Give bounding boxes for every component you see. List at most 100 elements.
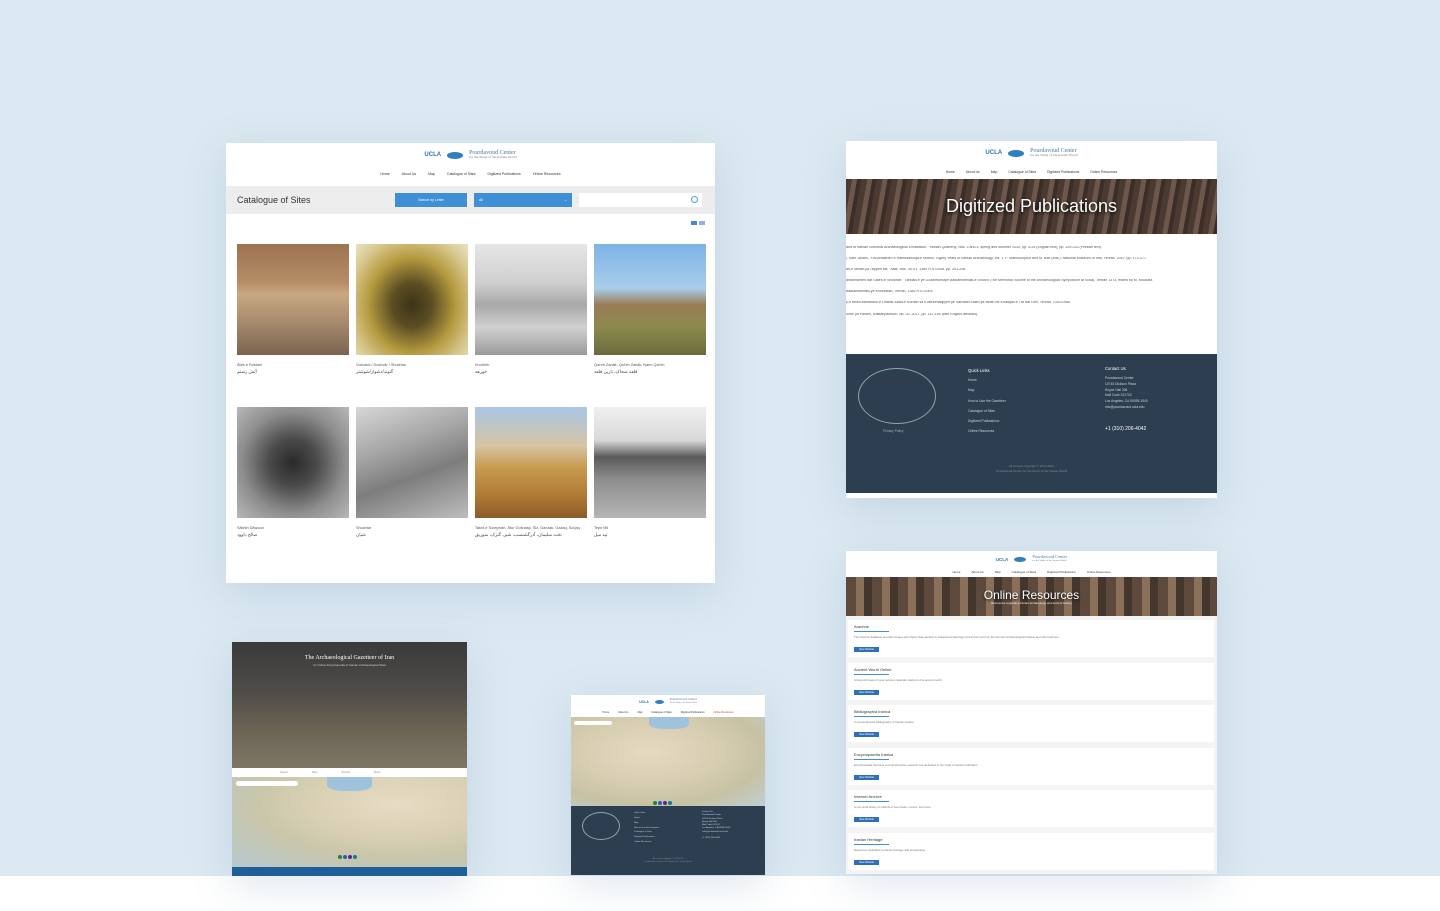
view-website-button[interactable]: View Website (854, 732, 879, 737)
nav-catalogue[interactable]: Catalogue of Sites (651, 711, 671, 714)
nav-home[interactable]: Home (603, 711, 610, 714)
map-search-input[interactable] (574, 721, 612, 725)
contact-phone[interactable]: +1 (310) 206-4042 (1105, 426, 1146, 432)
reference-item[interactable]: ān-e Mihān-yā Tappeh Mil," Asar, Nos. 40… (846, 268, 1217, 272)
view-website-button[interactable]: View Website (854, 817, 879, 822)
map-marker[interactable] (343, 855, 347, 859)
footer-link[interactable]: Map (968, 388, 1006, 392)
site-name[interactable]: Takht-e Soleymān, Ātur Gošnasp, Šiz, Gan… (475, 526, 587, 531)
view-website-button[interactable]: View Website (854, 647, 879, 652)
map-marker[interactable] (348, 855, 352, 859)
site-photo[interactable] (594, 244, 706, 355)
gazetteer-bar-item[interactable]: Sites (312, 771, 318, 774)
footer-link[interactable]: Online Resources (968, 430, 1006, 434)
view-website-button[interactable]: View Website (854, 859, 879, 865)
ucla-logo[interactable]: UCLA (639, 700, 649, 704)
nav-map[interactable]: Map (995, 570, 1001, 574)
site-card[interactable]: Gotvand / Doshvār / Shushtar گتوند/دشوار/… (356, 244, 468, 407)
view-website-button[interactable]: View Website (854, 689, 879, 695)
nav-resources[interactable]: Online Resources (714, 711, 734, 714)
footer-link[interactable]: Online Resources (634, 840, 659, 845)
contact-email[interactable]: info@pourdavoud.ucla.edu (702, 831, 730, 834)
view-website-button[interactable]: View Website (854, 774, 879, 780)
center-logo[interactable]: Pourdavoud Center for the Study of the Ir… (1030, 148, 1077, 158)
category-select[interactable]: All ⌄ (474, 193, 572, 207)
nav-publications[interactable]: Digitized Publications (488, 172, 521, 176)
map-marker[interactable] (353, 855, 357, 859)
contact-email[interactable]: info@pourdavoud.ucla.edu (1105, 405, 1148, 409)
center-logo[interactable]: Pourdavoud Center for the Study of the Ir… (1032, 554, 1067, 563)
search-by-letter-button[interactable]: Search by Letter (395, 193, 467, 207)
gazetteer-bar-item[interactable]: About (374, 771, 381, 774)
site-photo[interactable] (475, 407, 587, 518)
nav-resources[interactable]: Online Resources (1087, 570, 1111, 574)
site-photo[interactable] (594, 407, 706, 518)
search-input[interactable] (579, 193, 702, 207)
site-card[interactable]: Takht-e Soleymān, Ātur Gošnasp, Šiz, Gan… (475, 407, 587, 570)
footer-link[interactable]: Digitized Publications (968, 419, 1006, 423)
nav-about[interactable]: About Us (402, 172, 416, 176)
nav-publications[interactable]: Digitized Publications (1047, 570, 1076, 574)
site-photo[interactable] (237, 244, 349, 355)
site-name[interactable]: Tepe Mil (594, 526, 706, 531)
ucla-logo[interactable]: UCLA (996, 557, 1009, 562)
site-map[interactable] (232, 777, 467, 867)
contact-phone[interactable]: +1 (310) 206-4042 (702, 837, 730, 840)
site-name[interactable]: Shushtar (356, 526, 468, 531)
site-card[interactable]: Qal‘eh Zahāk, Qal‘eh Zahāk, Narin Qal‘eh… (594, 244, 706, 407)
gazetteer-bar-item[interactable]: Periods (341, 771, 349, 774)
nav-about[interactable]: About Us (966, 170, 980, 174)
footer-link[interactable]: Home (968, 378, 1006, 382)
site-map[interactable] (571, 717, 765, 806)
reference-item[interactable]: y-e tarikh-tamaddon-e Dowlat-Abād-e Kord… (846, 301, 1217, 305)
list-view-icon[interactable] (699, 221, 705, 225)
site-card[interactable]: Tepe Mil تپه میل (594, 407, 706, 570)
nav-catalogue[interactable]: Catalogue of Sites (1008, 170, 1036, 174)
site-card[interactable]: Shushtar شیان (356, 407, 468, 570)
ucla-logo[interactable]: UCLA (424, 152, 441, 158)
nav-map[interactable]: Map (991, 170, 998, 174)
footer-link[interactable]: Catalogue of Sites (968, 409, 1006, 413)
nav-publications[interactable]: Digitized Publications (681, 711, 705, 714)
grid-view-icon[interactable] (691, 221, 697, 225)
reference-item[interactable]: ihroe yā Pārseh, Bāstānpazhuhi, No. 20, … (846, 313, 1217, 317)
nav-home[interactable]: Home (380, 172, 389, 176)
gazetteer-bar-item[interactable]: Search (280, 771, 288, 774)
map-marker[interactable] (663, 801, 667, 805)
reference-item[interactable]: asfarīnāmeh dar Gāleh-e Shushtar," Tāhdā… (846, 279, 1217, 283)
map-marker[interactable] (658, 801, 662, 805)
nav-home[interactable]: Home (946, 170, 955, 174)
nav-publications[interactable]: Digitized Publications (1047, 170, 1079, 174)
site-photo[interactable] (237, 407, 349, 518)
nav-catalogue[interactable]: Catalogue of Sites (447, 172, 476, 176)
site-photo[interactable] (356, 407, 468, 518)
nav-catalogue[interactable]: Catalogue of Sites (1012, 570, 1037, 574)
nav-resources[interactable]: Online Resources (1090, 170, 1117, 174)
center-logo[interactable]: Pourdavoud Center for the Study of the Ir… (469, 150, 516, 160)
nav-resources[interactable]: Online Resources (533, 172, 561, 176)
reference-item[interactable]: i, Sam Javadi, "Fuzūlmaẓheri-e Hamedānio… (846, 257, 1217, 261)
map-marker[interactable] (668, 801, 672, 805)
nav-map[interactable]: Map (638, 711, 643, 714)
map-search-input[interactable] (236, 781, 298, 786)
site-name[interactable]: Gotvand / Doshvār / Shushtar (356, 363, 468, 368)
center-logo[interactable]: Pourdavoud Center for the Study of the Ir… (670, 698, 697, 705)
site-photo[interactable] (475, 244, 587, 355)
footer-link[interactable]: How to Use the Gazetteer (968, 399, 1006, 403)
site-card[interactable]: Sālekh Dāwood صالح داوود (237, 407, 349, 570)
site-name[interactable]: Khorheh (475, 363, 587, 368)
nav-map[interactable]: Map (428, 172, 435, 176)
site-card[interactable]: Āteš-e Rostam آتش رستم (237, 244, 349, 407)
map-marker[interactable] (338, 855, 342, 859)
ucla-logo[interactable]: UCLA (985, 150, 1002, 156)
map-marker[interactable] (653, 801, 657, 805)
site-name[interactable]: Sālekh Dāwood (237, 526, 349, 531)
privacy-link[interactable]: Privacy Policy (883, 429, 904, 433)
site-card[interactable]: Khorheh خورهه (475, 244, 587, 407)
site-name[interactable]: Āteš-e Rostam (237, 363, 349, 368)
reference-item[interactable]: and of Iranian Scientific Archaeological… (846, 246, 1217, 250)
nav-home[interactable]: Home (952, 570, 960, 574)
nav-about[interactable]: About Us (618, 711, 628, 714)
site-name[interactable]: Qal‘eh Zahāk, Qal‘eh Zahāk, Narin Qal‘eh (594, 363, 706, 368)
site-photo[interactable] (356, 244, 468, 355)
